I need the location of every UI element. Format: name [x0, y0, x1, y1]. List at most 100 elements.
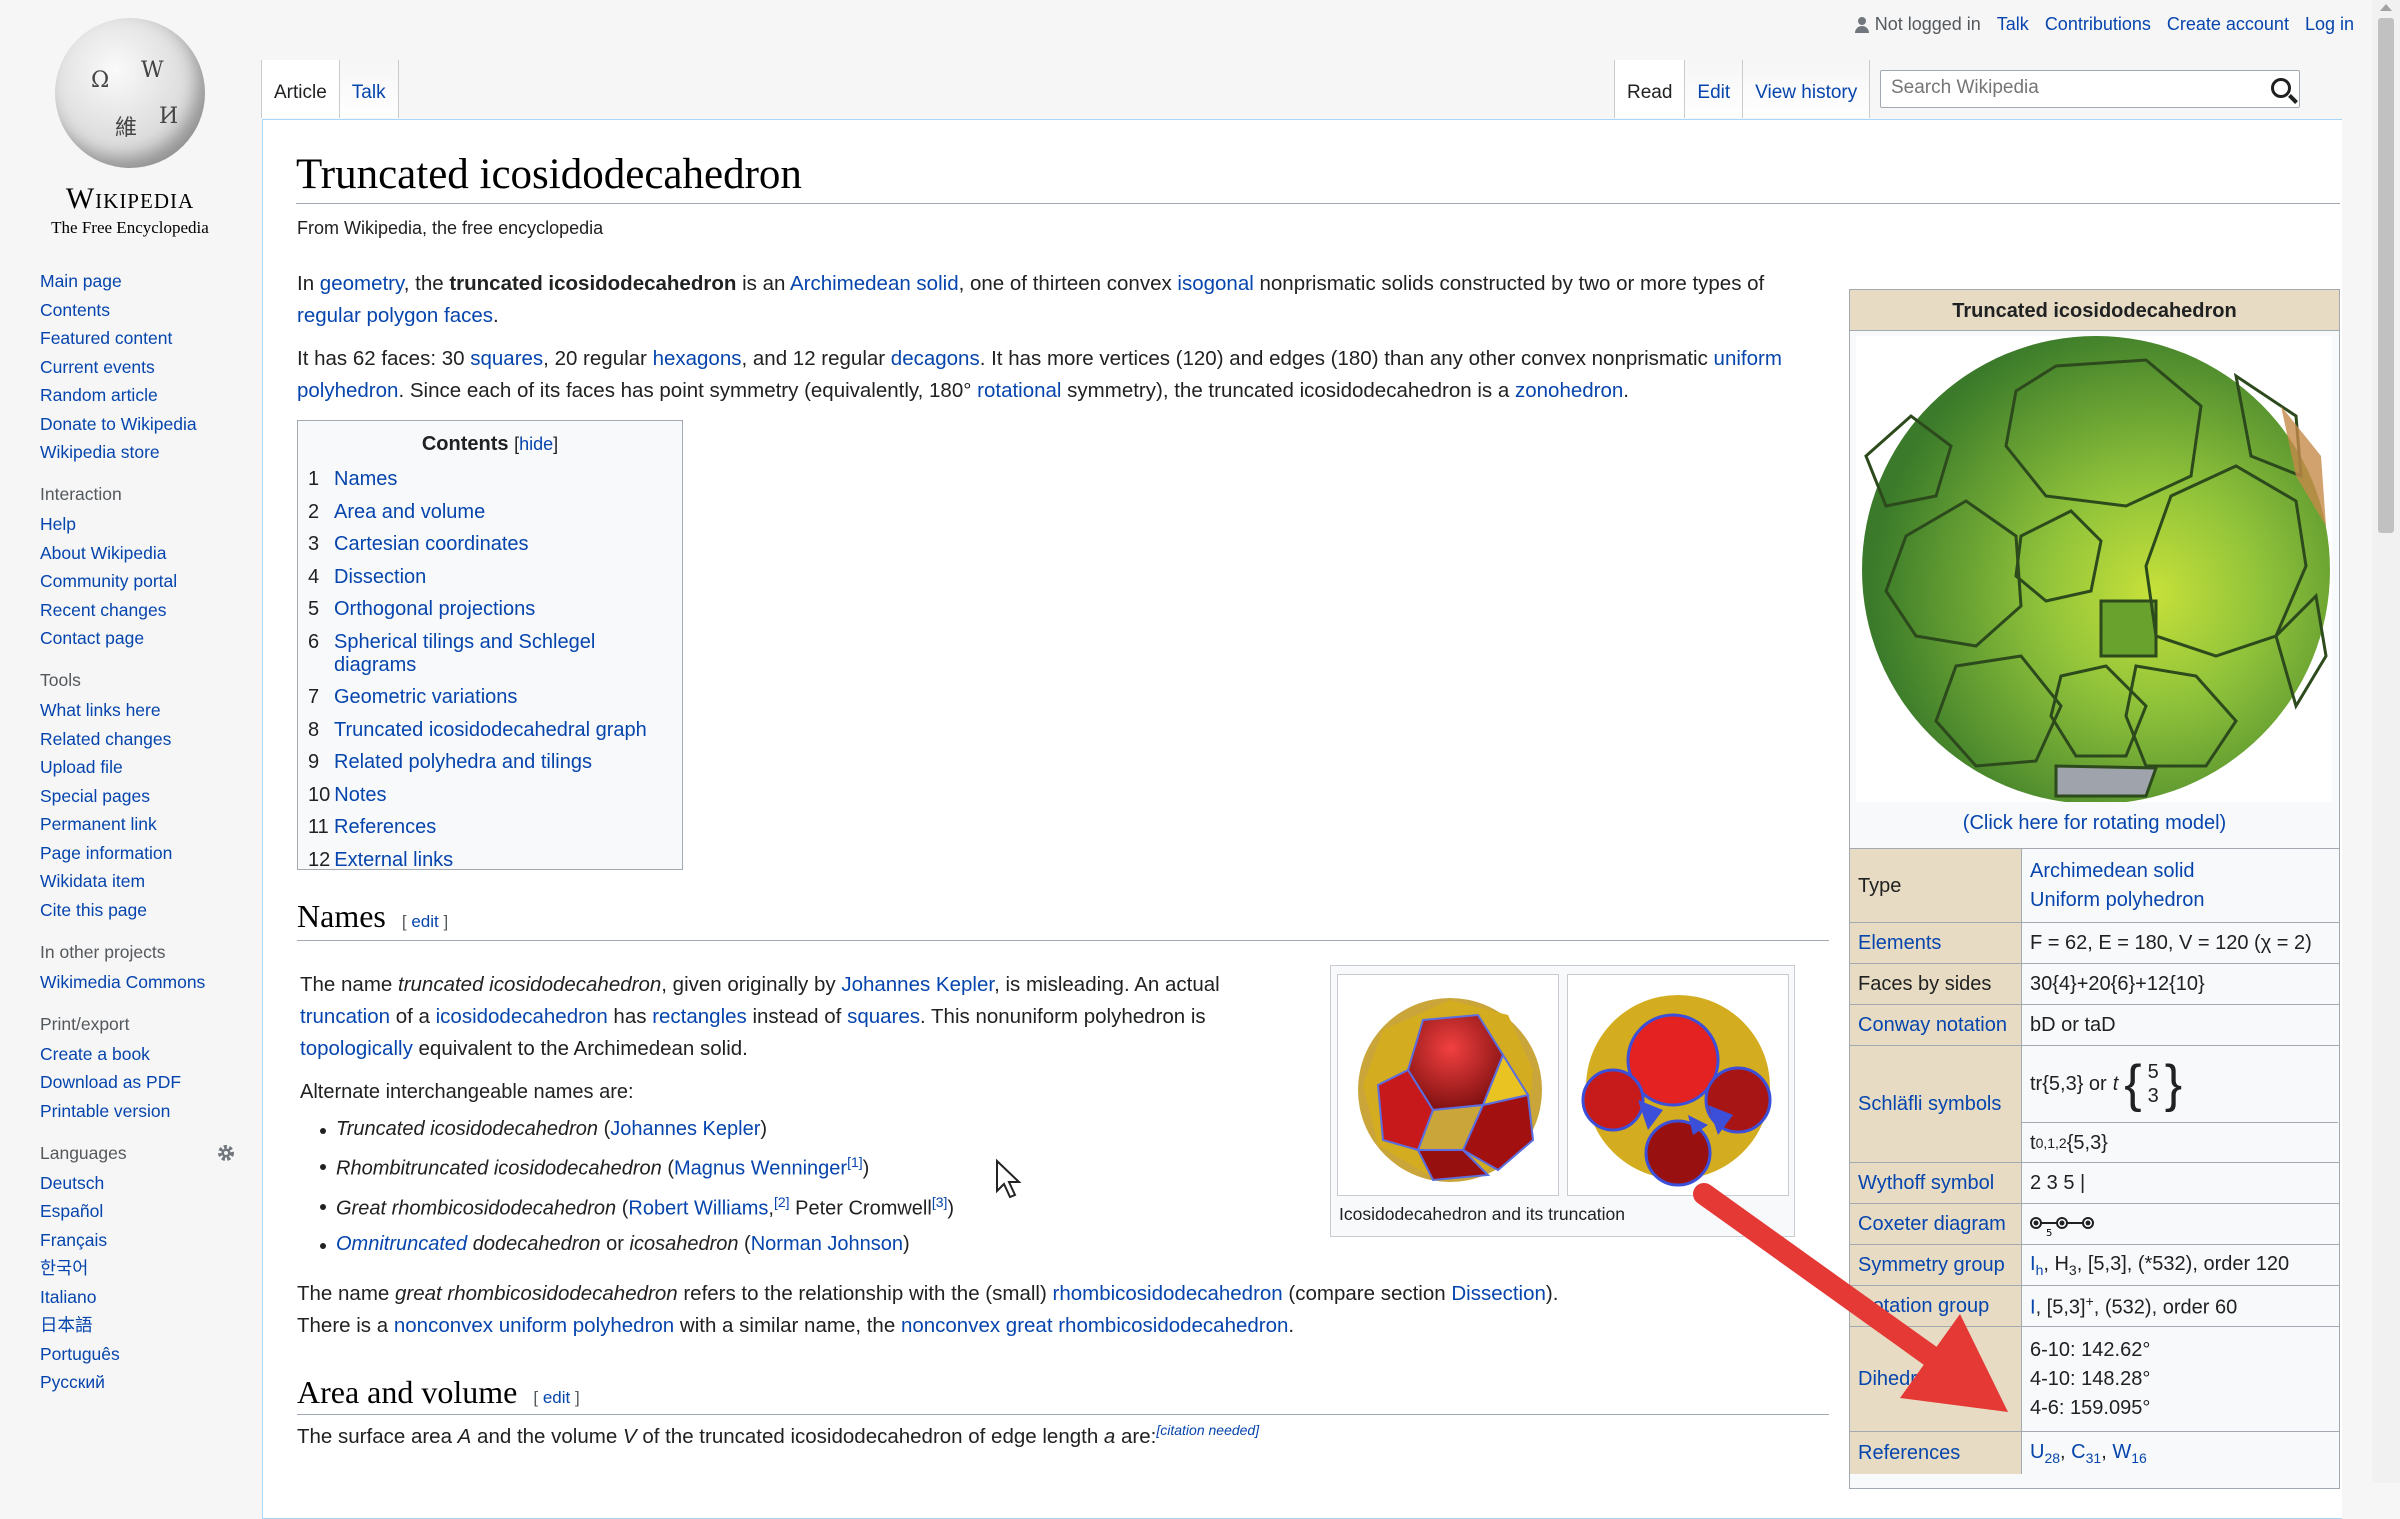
link-squares-2[interactable]: squares [847, 1005, 920, 1028]
toc-entry-link[interactable]: Cartesian coordinates [334, 533, 529, 556]
link-u28[interactable]: U28 [2030, 1441, 2060, 1466]
link-squares[interactable]: squares [470, 347, 543, 370]
link-icosidodecahedron[interactable]: icosidodecahedron [436, 1005, 608, 1028]
sidebar-item-contact-page[interactable]: Contact page [40, 629, 260, 648]
sidebar-item-cite-this-page[interactable]: Cite this page [40, 900, 260, 920]
link-kepler-2[interactable]: Johannes Kepler [610, 1118, 760, 1140]
link-nonconvex-great-rhombicosidodecahedron[interactable]: nonconvex great rhombicosidodecahedron [901, 1314, 1288, 1337]
link-dissection[interactable]: Dissection [1451, 1282, 1546, 1305]
scrollbar-thumb[interactable] [2378, 18, 2394, 533]
link-regular-polygon-faces[interactable]: regular polygon faces [297, 304, 493, 327]
citation-needed[interactable]: [citation needed] [1156, 1422, 1259, 1438]
sidebar-item-lang-ja[interactable]: 日本語 [40, 1316, 260, 1335]
toc-entry[interactable]: 11 References [308, 816, 682, 839]
link-decagons[interactable]: decagons [891, 347, 980, 370]
link-schlafli-symbols[interactable]: Schläfli symbols [1858, 1093, 2001, 1116]
link-ih[interactable]: Ih [2030, 1253, 2043, 1278]
link-references[interactable]: References [1858, 1442, 1960, 1465]
rotating-model-link[interactable]: (Click here for rotating model) [1850, 812, 2339, 835]
contributions-link[interactable]: Contributions [2045, 14, 2151, 35]
link-w16[interactable]: W16 [2112, 1441, 2146, 1466]
sidebar-item-help[interactable]: Help [40, 515, 260, 534]
toc-entry-link[interactable]: Truncated icosidodecahedral graph [334, 719, 647, 742]
link-isogonal[interactable]: isogonal [1177, 272, 1253, 295]
link-uniform-polyhedron-2[interactable]: Uniform polyhedron [2030, 889, 2205, 912]
toc-entry-link[interactable]: Dissection [334, 566, 426, 589]
sidebar-item-printable-version[interactable]: Printable version [40, 1101, 260, 1121]
toc-entry-link[interactable]: Related polyhedra and tilings [334, 751, 592, 774]
sidebar-item-featured-content[interactable]: Featured content [40, 329, 260, 348]
log-in-link[interactable]: Log in [2305, 14, 2354, 35]
tab-edit[interactable]: Edit [1685, 60, 1744, 118]
toc-entry[interactable]: 2 Area and volume [308, 501, 682, 524]
toc-entry[interactable]: 6 Spherical tilings and Schlegel diagrams [308, 631, 682, 677]
link-rotational[interactable]: rotational [977, 379, 1061, 402]
toc-entry[interactable]: 8 Truncated icosidodecahedral graph [308, 719, 682, 742]
truncation-image[interactable] [1567, 974, 1789, 1196]
link-c31[interactable]: C31 [2071, 1441, 2101, 1466]
toc-entry[interactable]: 5 Orthogonal projections [308, 598, 682, 621]
sidebar-item-page-information[interactable]: Page information [40, 843, 260, 863]
icosidodecahedron-image[interactable] [1337, 974, 1559, 1196]
sidebar-item-wikimedia-commons[interactable]: Wikimedia Commons [40, 972, 260, 992]
link-truncation[interactable]: truncation [300, 1005, 390, 1028]
sidebar-item-lang-es[interactable]: Español [40, 1202, 260, 1221]
sidebar-item-current-events[interactable]: Current events [40, 357, 260, 377]
toc-entry[interactable]: 7 Geometric variations [308, 686, 682, 709]
gear-icon[interactable] [216, 1143, 236, 1163]
toc-entry[interactable]: 10 Notes [308, 784, 682, 807]
sidebar-item-main-page[interactable]: Main page [40, 272, 260, 291]
link-robert-williams[interactable]: Robert Williams [628, 1197, 768, 1219]
sidebar-item-lang-pt[interactable]: Português [40, 1344, 260, 1364]
citation-2[interactable]: [2] [774, 1194, 790, 1210]
toc-entry-link[interactable]: Names [334, 468, 397, 491]
scrollbar[interactable] [2372, 0, 2400, 1483]
toc-entry-link[interactable]: Notes [334, 784, 386, 807]
tab-article[interactable]: Article [261, 60, 340, 118]
polyhedron-image[interactable] [1856, 336, 2332, 804]
toc-entry[interactable]: 9 Related polyhedra and tilings [308, 751, 682, 774]
sidebar-item-special-pages[interactable]: Special pages [40, 786, 260, 806]
toc-entry[interactable]: 1 Names [308, 468, 682, 491]
toc-entry-link[interactable]: Orthogonal projections [334, 598, 535, 621]
sidebar-item-recent-changes[interactable]: Recent changes [40, 600, 260, 620]
sidebar-item-what-links-here[interactable]: What links here [40, 701, 260, 720]
talk-link[interactable]: Talk [1997, 14, 2029, 35]
link-zonohedron[interactable]: zonohedron [1515, 379, 1623, 402]
link-archimedean-solid[interactable]: Archimedean solid [790, 272, 959, 295]
sidebar-item-random-article[interactable]: Random article [40, 386, 260, 405]
toc-entry-link[interactable]: External links [334, 849, 453, 872]
edit-section-names[interactable]: edit [411, 912, 438, 931]
link-hexagons[interactable]: hexagons [653, 347, 742, 370]
link-johannes-kepler[interactable]: Johannes Kepler [841, 973, 994, 996]
sidebar-item-contents[interactable]: Contents [40, 300, 260, 320]
link-nonconvex-uniform-polyhedron[interactable]: nonconvex uniform polyhedron [394, 1314, 674, 1337]
link-rhombicosidodecahedron[interactable]: rhombicosidodecahedron [1053, 1282, 1283, 1305]
sidebar-item-about[interactable]: About Wikipedia [40, 543, 260, 563]
toc-entry-link[interactable]: References [334, 816, 436, 839]
sidebar-item-permanent-link[interactable]: Permanent link [40, 815, 260, 834]
sidebar-item-community-portal[interactable]: Community portal [40, 572, 260, 591]
toc-hide-toggle[interactable]: hide [519, 434, 553, 454]
create-account-link[interactable]: Create account [2167, 14, 2289, 35]
sidebar-item-lang-ko[interactable]: 한국어 [40, 1259, 260, 1278]
link-norman-johnson[interactable]: Norman Johnson [751, 1233, 903, 1255]
sidebar-item-wikidata-item[interactable]: Wikidata item [40, 872, 260, 891]
sidebar-item-lang-fr[interactable]: Français [40, 1230, 260, 1250]
sidebar-item-lang-ru[interactable]: Русский [40, 1373, 260, 1392]
link-magnus-wenninger[interactable]: Magnus Wenninger [674, 1158, 847, 1180]
link-topologically[interactable]: topologically [300, 1037, 413, 1060]
toc-entry[interactable]: 3 Cartesian coordinates [308, 533, 682, 556]
sidebar-item-upload-file[interactable]: Upload file [40, 758, 260, 777]
link-elements[interactable]: Elements [1858, 932, 1941, 955]
sidebar-item-donate[interactable]: Donate to Wikipedia [40, 414, 260, 434]
sidebar-item-store[interactable]: Wikipedia store [40, 443, 260, 462]
sidebar-item-related-changes[interactable]: Related changes [40, 729, 260, 749]
edit-section-area[interactable]: edit [543, 1388, 570, 1407]
search-input[interactable] [1881, 71, 2261, 105]
sidebar-item-download-pdf[interactable]: Download as PDF [40, 1073, 260, 1092]
tab-talk[interactable]: Talk [339, 60, 399, 118]
scroll-up-icon[interactable] [2380, 4, 2392, 11]
wikipedia-logo[interactable]: Ω W 維 И Wikipedia The Free Encyclopedia [40, 18, 220, 237]
tab-view-history[interactable]: View history [1743, 60, 1871, 118]
